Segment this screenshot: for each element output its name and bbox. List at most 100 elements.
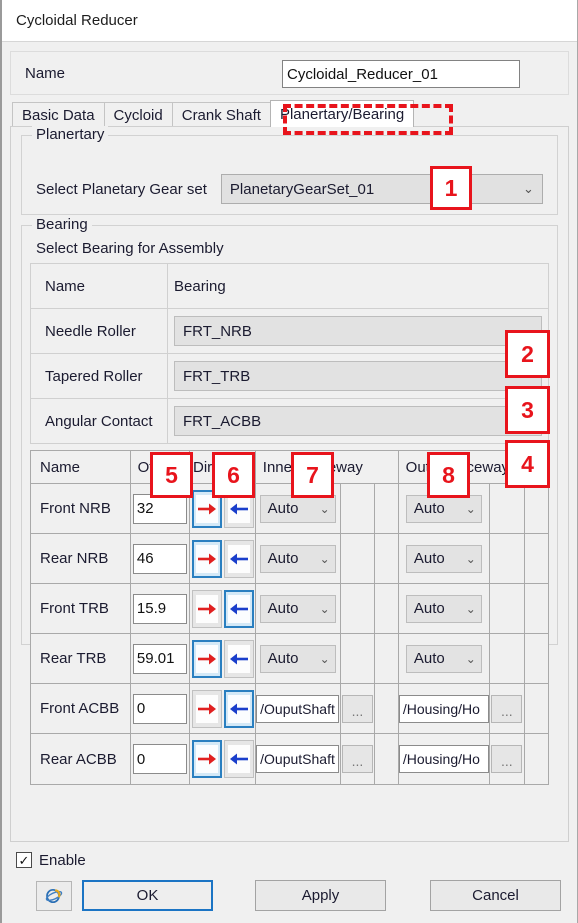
planetary-gearset-combo[interactable]: PlanetaryGearSet_01 ⌄ — [220, 174, 543, 204]
outer-raceway-dropdown[interactable]: Auto ⌄ — [405, 494, 482, 523]
inner-raceway-browse-button[interactable]: ... — [341, 745, 373, 773]
direction-right-button[interactable] — [191, 740, 222, 778]
bearing-table-header: Name Bearing — [31, 264, 548, 309]
direction-left-button[interactable] — [223, 589, 254, 628]
tab-basic-data[interactable]: Basic Data — [12, 102, 105, 127]
direction-left-button[interactable] — [223, 539, 254, 578]
planertary-bearing-panel: Planertary Select Planetary Gear set Pla… — [10, 126, 569, 842]
annotation-badge-8: 8 — [427, 452, 470, 498]
outer-raceway-value: Auto — [413, 650, 445, 667]
window-title: Cycloidal Reducer — [16, 12, 138, 29]
arrow-left-icon — [227, 694, 250, 723]
inner-raceway-dropdown[interactable]: Auto ⌄ — [259, 594, 336, 623]
outer-raceway-dropdown[interactable]: Auto ⌄ — [405, 544, 482, 573]
tab-crank-shaft[interactable]: Crank Shaft — [171, 102, 271, 127]
inner-raceway-browse-button[interactable]: ... — [341, 694, 373, 723]
bearing-header-bearing: Bearing — [174, 277, 226, 295]
row-name-label: Rear TRB — [31, 634, 131, 683]
dialog-titlebar: Cycloidal Reducer — [2, 0, 577, 42]
offset-input[interactable] — [132, 593, 187, 624]
chevron-down-icon: ⌄ — [523, 181, 534, 196]
cancel-button[interactable]: Cancel — [430, 880, 561, 911]
bearing-row-label: Needle Roller — [31, 309, 168, 353]
bearing-subtitle: Select Bearing for Assembly — [36, 240, 224, 257]
direction-right-button[interactable] — [191, 689, 222, 728]
bearing-header-name: Name — [31, 264, 168, 308]
annotation-dashed-box-active-tab — [283, 104, 453, 135]
globe-icon-button[interactable] — [36, 880, 72, 911]
arrow-right-icon — [195, 494, 218, 523]
arrow-left-icon — [227, 745, 250, 773]
offset-input[interactable] — [132, 643, 187, 674]
offset-input[interactable] — [132, 543, 187, 574]
row-name-label: Front TRB — [31, 584, 131, 633]
outer-raceway-value: Auto — [413, 500, 445, 517]
chevron-down-icon: ⌄ — [465, 601, 476, 616]
raceway-grid: Name Offset Direction Inner Raceway Oute… — [30, 450, 549, 785]
name-input[interactable] — [282, 60, 520, 88]
dialog-body: Name Basic Data Cycloid Crank Shaft Plan… — [2, 51, 577, 911]
direction-left-button[interactable] — [223, 639, 254, 678]
bearing-group-legend: Bearing — [32, 216, 92, 233]
offset-input[interactable] — [132, 693, 187, 724]
row-name-label: Rear NRB — [31, 534, 131, 583]
bearing-row-label: Angular Contact — [31, 399, 168, 443]
arrow-left-icon — [227, 494, 250, 523]
enable-label: Enable — [39, 851, 86, 869]
arrow-right-icon — [195, 594, 218, 623]
needle-roller-bearing-field[interactable]: FRT_NRB — [174, 316, 542, 346]
inner-raceway-path-input[interactable]: /OuputShaft — [256, 745, 340, 773]
bearing-select-table: Name Bearing Needle Roller FRT_NRB Taper… — [30, 263, 549, 444]
inner-raceway-path-input[interactable]: /OuputShaft — [256, 694, 340, 723]
inner-raceway-dropdown[interactable]: Auto ⌄ — [259, 494, 336, 523]
outer-raceway-value: Auto — [413, 550, 445, 567]
inner-raceway-value: Auto — [267, 650, 299, 667]
annotation-badge-5: 5 — [150, 452, 193, 498]
tapered-roller-bearing-field[interactable]: FRT_TRB — [174, 361, 542, 391]
table-row: Rear TRB Auto ⌄ Auto ⌄ — [31, 634, 548, 684]
arrow-left-icon — [227, 594, 250, 623]
outer-raceway-dropdown[interactable]: Auto ⌄ — [405, 594, 482, 623]
chevron-down-icon: ⌄ — [319, 501, 330, 516]
table-row: Rear ACBB/OuputShaft.../Housing/Ho... — [31, 734, 548, 784]
direction-right-button[interactable] — [191, 589, 222, 628]
angular-contact-bearing-field[interactable]: FRT_ACBB — [174, 406, 542, 436]
offset-input[interactable] — [132, 493, 187, 524]
table-row: Needle Roller FRT_NRB — [31, 309, 548, 354]
outer-raceway-path-input[interactable]: /Housing/Ho — [398, 745, 489, 773]
table-row: Front ACBB/OuputShaft.../Housing/Ho... — [31, 684, 548, 734]
planetary-group: Planertary Select Planetary Gear set Pla… — [21, 126, 558, 215]
outer-raceway-browse-button[interactable]: ... — [491, 745, 523, 773]
table-row: Front NRB Auto ⌄ Auto ⌄ — [31, 484, 548, 534]
tab-cycloid[interactable]: Cycloid — [103, 102, 173, 127]
chevron-down-icon: ⌄ — [319, 601, 330, 616]
inner-raceway-dropdown[interactable]: Auto ⌄ — [259, 544, 336, 573]
dialog-footer: ✓ Enable OK Apply Cancel — [2, 846, 577, 923]
outer-raceway-dropdown[interactable]: Auto ⌄ — [405, 644, 482, 673]
inner-raceway-value: Auto — [267, 500, 299, 517]
inner-raceway-value: Auto — [267, 550, 299, 567]
bearing-group: Bearing Select Bearing for Assembly Name… — [21, 216, 558, 785]
enable-checkbox[interactable]: ✓ — [16, 852, 32, 868]
inner-raceway-dropdown[interactable]: Auto ⌄ — [259, 644, 336, 673]
grid-header-name: Name — [40, 458, 81, 476]
chevron-down-icon: ⌄ — [319, 551, 330, 566]
arrow-right-icon — [195, 745, 218, 773]
offset-input[interactable] — [132, 744, 187, 774]
chevron-down-icon: ⌄ — [465, 651, 476, 666]
name-row: Name — [10, 51, 569, 95]
name-label: Name — [25, 64, 66, 82]
direction-right-button[interactable] — [191, 639, 222, 678]
enable-row[interactable]: ✓ Enable — [16, 846, 569, 874]
direction-left-button[interactable] — [223, 740, 254, 778]
planetary-group-legend: Planertary — [32, 126, 109, 143]
arrow-right-icon — [195, 694, 218, 723]
apply-button[interactable]: Apply — [255, 880, 386, 911]
outer-raceway-path-input[interactable]: /Housing/Ho — [398, 694, 489, 723]
direction-right-button[interactable] — [191, 539, 222, 578]
outer-raceway-browse-button[interactable]: ... — [491, 694, 523, 723]
direction-left-button[interactable] — [223, 689, 254, 728]
ok-button[interactable]: OK — [82, 880, 213, 911]
row-name-label: Front ACBB — [31, 684, 131, 733]
arrow-left-icon — [227, 544, 250, 573]
